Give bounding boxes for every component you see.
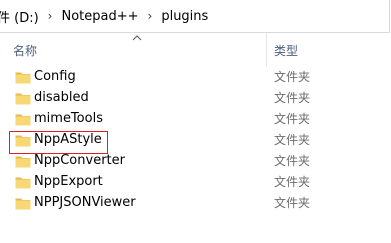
sort-ascending-icon [132,35,142,41]
item-type: 文件夹 [274,91,311,105]
column-headers: 名称 类型 [0,33,391,67]
list-item[interactable]: disabled 文件夹 [0,88,391,109]
item-type: 文件夹 [274,175,311,189]
file-list: Config 文件夹 disabled 文件夹 mimeTools 文件夹 Np… [0,67,391,214]
folder-icon [15,177,31,189]
chevron-right-icon[interactable]: › [148,9,153,23]
item-name: NppAStyle [34,132,102,147]
column-divider[interactable] [266,33,267,67]
breadcrumb-plugins[interactable]: plugins [161,9,208,24]
list-item[interactable]: Config 文件夹 [0,67,391,88]
address-bar[interactable]: 件 (D:) › Notepad++ › plugins [0,0,390,33]
list-item[interactable]: mimeTools 文件夹 [0,109,391,130]
column-header-name[interactable]: 名称 [13,42,37,59]
list-item[interactable]: NppAStyle 文件夹 [0,130,391,151]
chevron-right-icon[interactable]: › [48,9,53,23]
item-name: NppConverter [34,153,125,168]
item-name: NppExport [34,174,103,189]
column-header-type[interactable]: 类型 [274,42,298,59]
file-explorer-window: 件 (D:) › Notepad++ › plugins 名称 类型 Confi… [0,0,391,243]
item-type: 文件夹 [274,154,311,168]
folder-icon [15,135,31,147]
list-item[interactable]: NPPJSONViewer 文件夹 [0,193,391,214]
item-name: NPPJSONViewer [34,195,136,210]
item-name: disabled [34,90,89,105]
item-name: Config [34,69,76,84]
folder-icon [15,156,31,168]
item-type: 文件夹 [274,196,311,210]
breadcrumb-drive[interactable]: 件 (D:) [0,7,39,26]
folder-icon [15,114,31,126]
item-type: 文件夹 [274,133,311,147]
folder-icon [15,93,31,105]
item-type: 文件夹 [274,112,311,126]
item-name: mimeTools [34,111,103,126]
list-item[interactable]: NppExport 文件夹 [0,172,391,193]
folder-icon [15,72,31,84]
list-item[interactable]: NppConverter 文件夹 [0,151,391,172]
item-type: 文件夹 [274,70,311,84]
folder-icon [15,198,31,210]
breadcrumb-notepadpp[interactable]: Notepad++ [61,9,138,24]
